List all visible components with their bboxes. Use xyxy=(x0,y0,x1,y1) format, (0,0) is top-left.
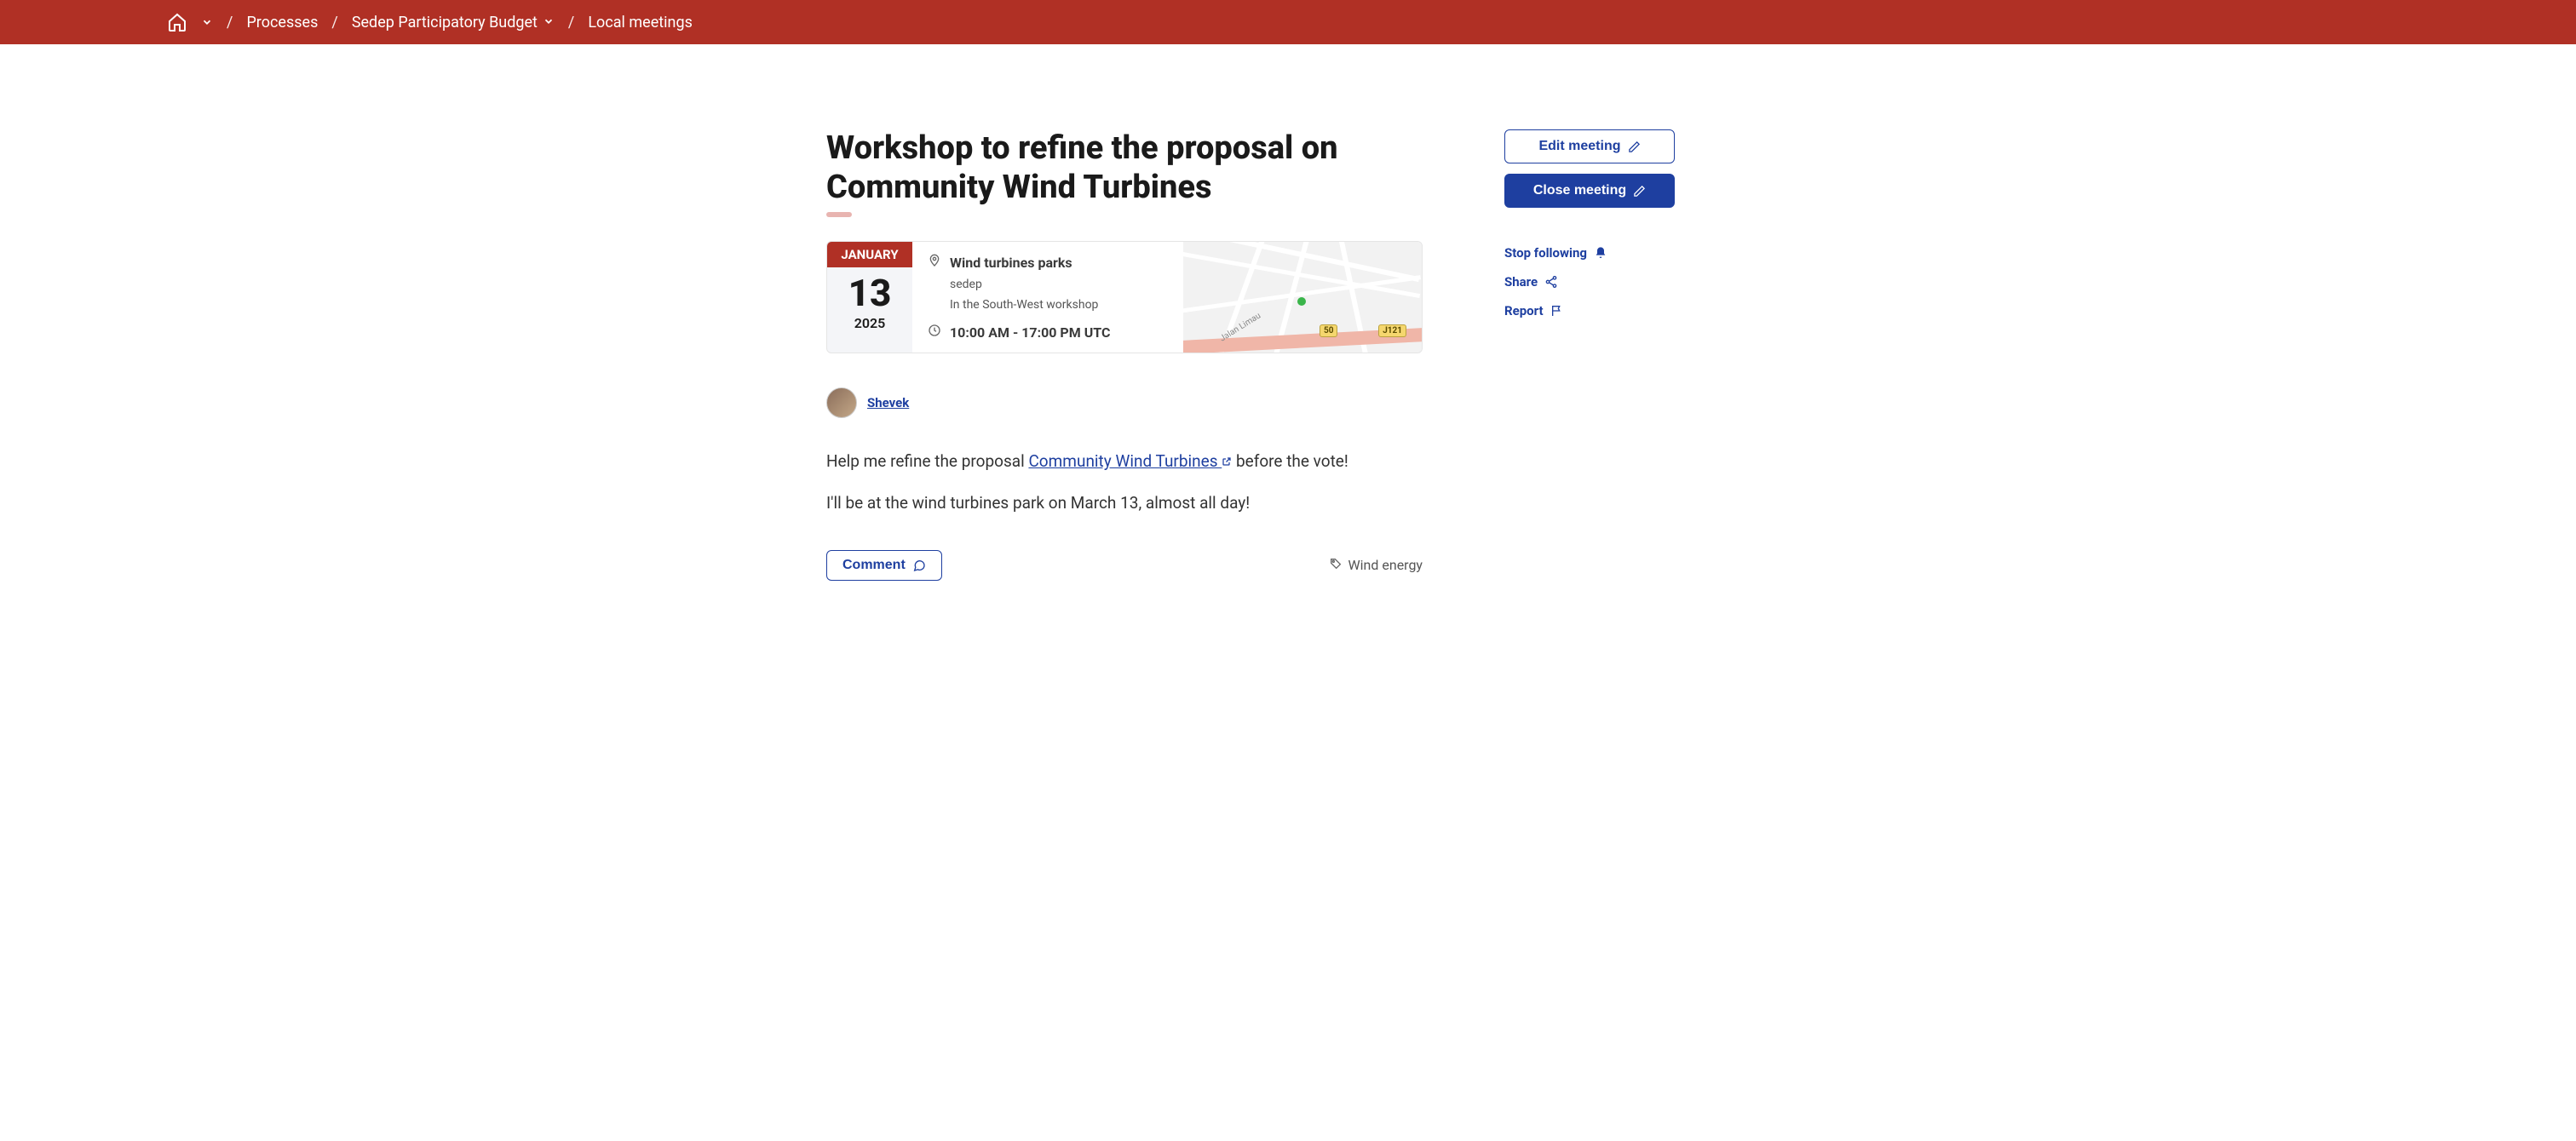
meeting-description-1: Help me refine the proposal Community Wi… xyxy=(826,449,1423,474)
close-meeting-button[interactable]: Close meeting xyxy=(1504,174,1675,208)
page-title: Workshop to refine the proposal on Commu… xyxy=(826,129,1423,207)
event-month: JANUARY xyxy=(827,242,912,267)
tag-label: Wind energy xyxy=(1348,557,1423,573)
breadcrumb-local-meetings[interactable]: Local meetings xyxy=(588,14,693,32)
home-icon[interactable] xyxy=(167,12,187,32)
bell-icon xyxy=(1594,246,1607,260)
chevron-down-icon[interactable] xyxy=(201,16,213,28)
tag[interactable]: Wind energy xyxy=(1329,557,1423,574)
edit-meeting-button[interactable]: Edit meeting xyxy=(1504,129,1675,163)
map-route-badge: J121 xyxy=(1378,324,1406,337)
pencil-icon xyxy=(1628,140,1641,153)
avatar[interactable] xyxy=(826,387,857,418)
chevron-down-icon[interactable] xyxy=(543,14,555,32)
event-time: 10:00 AM - 17:00 PM UTC xyxy=(950,324,1110,341)
comment-icon xyxy=(912,559,926,572)
comment-button[interactable]: Comment xyxy=(826,550,942,581)
share-link[interactable]: Share xyxy=(1504,274,1675,290)
breadcrumb-separator: / xyxy=(227,14,233,32)
share-icon xyxy=(1544,275,1558,289)
author-link[interactable]: Shevek xyxy=(867,395,909,410)
meeting-description-2: I'll be at the wind turbines park on Mar… xyxy=(826,490,1423,516)
breadcrumb: / Processes / Sedep Participatory Budget… xyxy=(0,0,2576,44)
proposal-link[interactable]: Community Wind Turbines xyxy=(1028,451,1232,471)
tag-icon xyxy=(1329,557,1343,574)
report-link[interactable]: Report xyxy=(1504,303,1675,318)
pencil-icon xyxy=(1633,185,1646,198)
follow-link[interactable]: Stop following xyxy=(1504,245,1675,261)
breadcrumb-separator: / xyxy=(568,14,574,32)
breadcrumb-sedep[interactable]: Sedep Participatory Budget xyxy=(352,14,538,32)
event-day: 13 xyxy=(827,267,912,315)
event-map[interactable]: Jalan Limau 50 J121 xyxy=(1183,242,1422,353)
clock-icon xyxy=(928,324,941,341)
location-pin-icon xyxy=(928,254,941,271)
map-marker-icon xyxy=(1297,297,1306,306)
event-year: 2025 xyxy=(827,315,912,340)
breadcrumb-processes[interactable]: Processes xyxy=(246,14,318,32)
title-accent xyxy=(826,212,852,217)
map-route-badge: 50 xyxy=(1320,324,1337,337)
flag-icon xyxy=(1550,304,1564,318)
event-location-sub2: In the South-West workshop xyxy=(950,298,1168,312)
event-date-block: JANUARY 13 2025 xyxy=(827,242,912,353)
event-location-name: Wind turbines parks xyxy=(950,255,1072,271)
event-location-sub1: sedep xyxy=(950,278,1168,291)
breadcrumb-separator: / xyxy=(331,14,337,32)
event-info-card: JANUARY 13 2025 Wind turbines parks sede… xyxy=(826,241,1423,353)
external-link-icon xyxy=(1222,451,1232,471)
author-row: Shevek xyxy=(826,387,1423,418)
